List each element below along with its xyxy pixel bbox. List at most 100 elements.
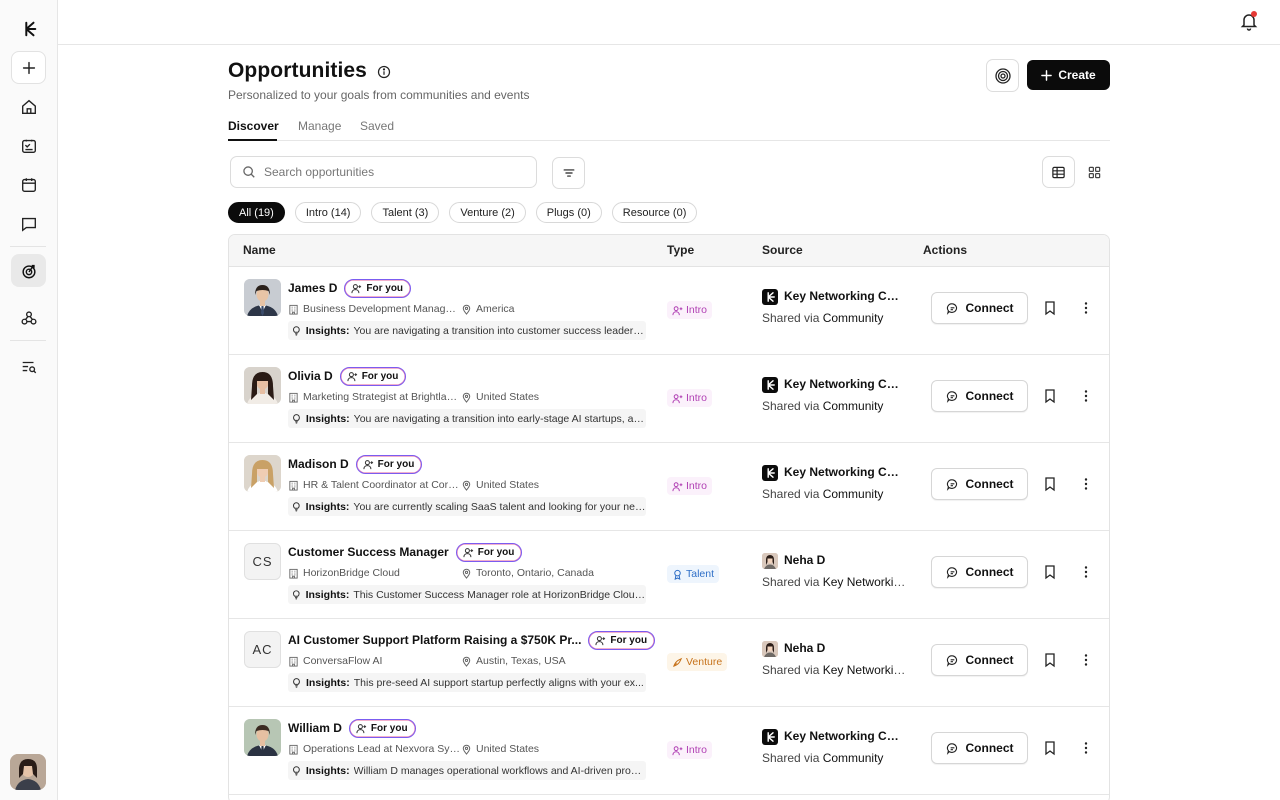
chip-venture[interactable]: Venture (2): [449, 202, 526, 223]
bookmark-icon[interactable]: [1042, 476, 1058, 492]
search-input[interactable]: Search opportunities: [230, 156, 537, 188]
more-options-icon[interactable]: [1078, 740, 1094, 756]
source-name[interactable]: Key Networking Co...: [784, 465, 904, 479]
table-row[interactable]: William D For you Operations Lead at Nex…: [229, 707, 1109, 795]
lightbulb-icon: [293, 678, 300, 688]
opportunity-name[interactable]: Customer Success Manager: [288, 545, 449, 559]
source-shared-via: Shared via Key Networkin...: [762, 663, 907, 677]
bookmark-icon[interactable]: [1042, 740, 1058, 756]
person-avatar-icon: [762, 641, 778, 657]
table-row[interactable]: Olivia D For you Marketing Strategist at…: [229, 355, 1109, 443]
source-logo: [762, 377, 778, 393]
chip-talent[interactable]: Talent (3): [371, 202, 440, 223]
search-list-icon[interactable]: [11, 350, 46, 383]
search-icon: [243, 166, 255, 178]
connect-button[interactable]: Connect: [931, 380, 1028, 412]
grid-view-button[interactable]: [1078, 156, 1111, 188]
chip-plugs[interactable]: Plugs (0): [535, 202, 602, 223]
location-pin-icon: [462, 656, 471, 667]
for-you-badge: For you: [339, 367, 407, 386]
shared-via-prefix: Shared via: [762, 399, 820, 413]
source-name[interactable]: Key Networking Co...: [784, 289, 904, 303]
organization-text: Business Development Manager a...: [303, 303, 461, 315]
calendar-icon[interactable]: [11, 168, 46, 201]
table-row[interactable]: CS Customer Success Manager For you Hori…: [229, 531, 1109, 619]
tab-discover[interactable]: Discover: [228, 119, 279, 133]
source-name[interactable]: Key Networking Co...: [784, 729, 904, 743]
column-source: Source: [762, 243, 803, 257]
filter-button[interactable]: [552, 157, 585, 189]
goals-button[interactable]: [986, 59, 1019, 92]
opportunity-name[interactable]: AI Customer Support Platform Raising a $…: [288, 633, 581, 647]
page-title: Opportunities: [228, 59, 367, 82]
bookmark-icon[interactable]: [1042, 652, 1058, 668]
insight-box: Insights: This Customer Success Manager …: [288, 585, 646, 604]
tasks-icon[interactable]: [11, 129, 46, 162]
connect-button-label: Connect: [965, 741, 1014, 755]
intro-icon: [672, 481, 683, 491]
opportunity-name[interactable]: William D: [288, 721, 342, 735]
more-options-icon[interactable]: [1078, 476, 1094, 492]
opportunity-meta: Business Development Manager a... Americ…: [288, 303, 515, 315]
user-avatar[interactable]: [10, 754, 46, 790]
filter-chips: All (19) Intro (14) Talent (3) Venture (…: [228, 202, 698, 223]
chip-all[interactable]: All (19): [228, 202, 285, 223]
source-shared-via: Shared via Community: [762, 751, 907, 765]
messages-icon[interactable]: [11, 207, 46, 240]
connect-button[interactable]: Connect: [931, 732, 1028, 764]
grid-view-icon: [1088, 166, 1101, 178]
community-logo-icon: [767, 380, 775, 390]
network-icon[interactable]: [11, 301, 46, 334]
source-name[interactable]: Key Networking Co...: [784, 377, 904, 391]
person-plus-icon: [356, 724, 366, 734]
more-options-icon[interactable]: [1078, 652, 1094, 668]
connect-button[interactable]: Connect: [931, 468, 1028, 500]
home-icon[interactable]: [11, 90, 46, 123]
connect-button[interactable]: Connect: [931, 556, 1028, 588]
create-button[interactable]: Create: [1027, 60, 1110, 90]
insight-box: Insights: You are navigating a transitio…: [288, 409, 646, 428]
shared-via-value: Community: [822, 311, 884, 325]
opportunities-icon[interactable]: [11, 254, 46, 287]
tab-manage[interactable]: Manage: [298, 119, 341, 133]
connect-button[interactable]: Connect: [931, 644, 1028, 676]
table-row[interactable]: AC AI Customer Support Platform Raising …: [229, 619, 1109, 707]
sidebar-divider: [10, 246, 46, 247]
bookmark-icon[interactable]: [1042, 564, 1058, 580]
opportunity-name[interactable]: Olivia D: [288, 369, 333, 383]
source-name[interactable]: Neha D: [784, 553, 904, 567]
building-icon: [289, 480, 298, 491]
location-pin-icon: [462, 304, 471, 315]
bookmark-icon[interactable]: [1042, 300, 1058, 316]
connect-button[interactable]: Connect: [931, 292, 1028, 324]
insight-box: Insights: This pre-seed AI support start…: [288, 673, 646, 692]
info-icon[interactable]: [377, 65, 391, 79]
building-icon: [289, 392, 298, 403]
type-label: Talent: [686, 568, 715, 580]
opportunity-name[interactable]: James D: [288, 281, 337, 295]
more-options-icon[interactable]: [1078, 564, 1094, 580]
connect-button-label: Connect: [965, 565, 1014, 579]
tab-saved[interactable]: Saved: [360, 119, 394, 133]
location-text: United States: [476, 479, 540, 491]
connect-button-label: Connect: [965, 389, 1014, 403]
table-row[interactable]: James D For you Business Development Man…: [229, 267, 1109, 355]
shared-via-prefix: Shared via: [762, 751, 820, 765]
intro-icon: [672, 305, 683, 315]
table-row[interactable]: Madison D For you HR & Talent Coordinato…: [229, 443, 1109, 531]
community-logo-icon: [767, 292, 775, 302]
chip-resource[interactable]: Resource (0): [611, 202, 698, 223]
chat-bubble-icon: [946, 390, 957, 403]
more-options-icon[interactable]: [1078, 300, 1094, 316]
bookmark-icon[interactable]: [1042, 388, 1058, 404]
more-options-icon[interactable]: [1078, 388, 1094, 404]
opportunity-name[interactable]: Madison D: [288, 457, 349, 471]
source-name[interactable]: Neha D: [784, 641, 904, 655]
table-view-button[interactable]: [1042, 156, 1075, 188]
chat-bubble-icon: [946, 478, 957, 491]
app-logo-icon[interactable]: [11, 12, 46, 45]
new-plus-icon[interactable]: [11, 51, 46, 84]
chip-intro[interactable]: Intro (14): [294, 202, 362, 223]
column-type: Type: [667, 243, 695, 257]
chat-bubble-icon: [946, 742, 957, 755]
